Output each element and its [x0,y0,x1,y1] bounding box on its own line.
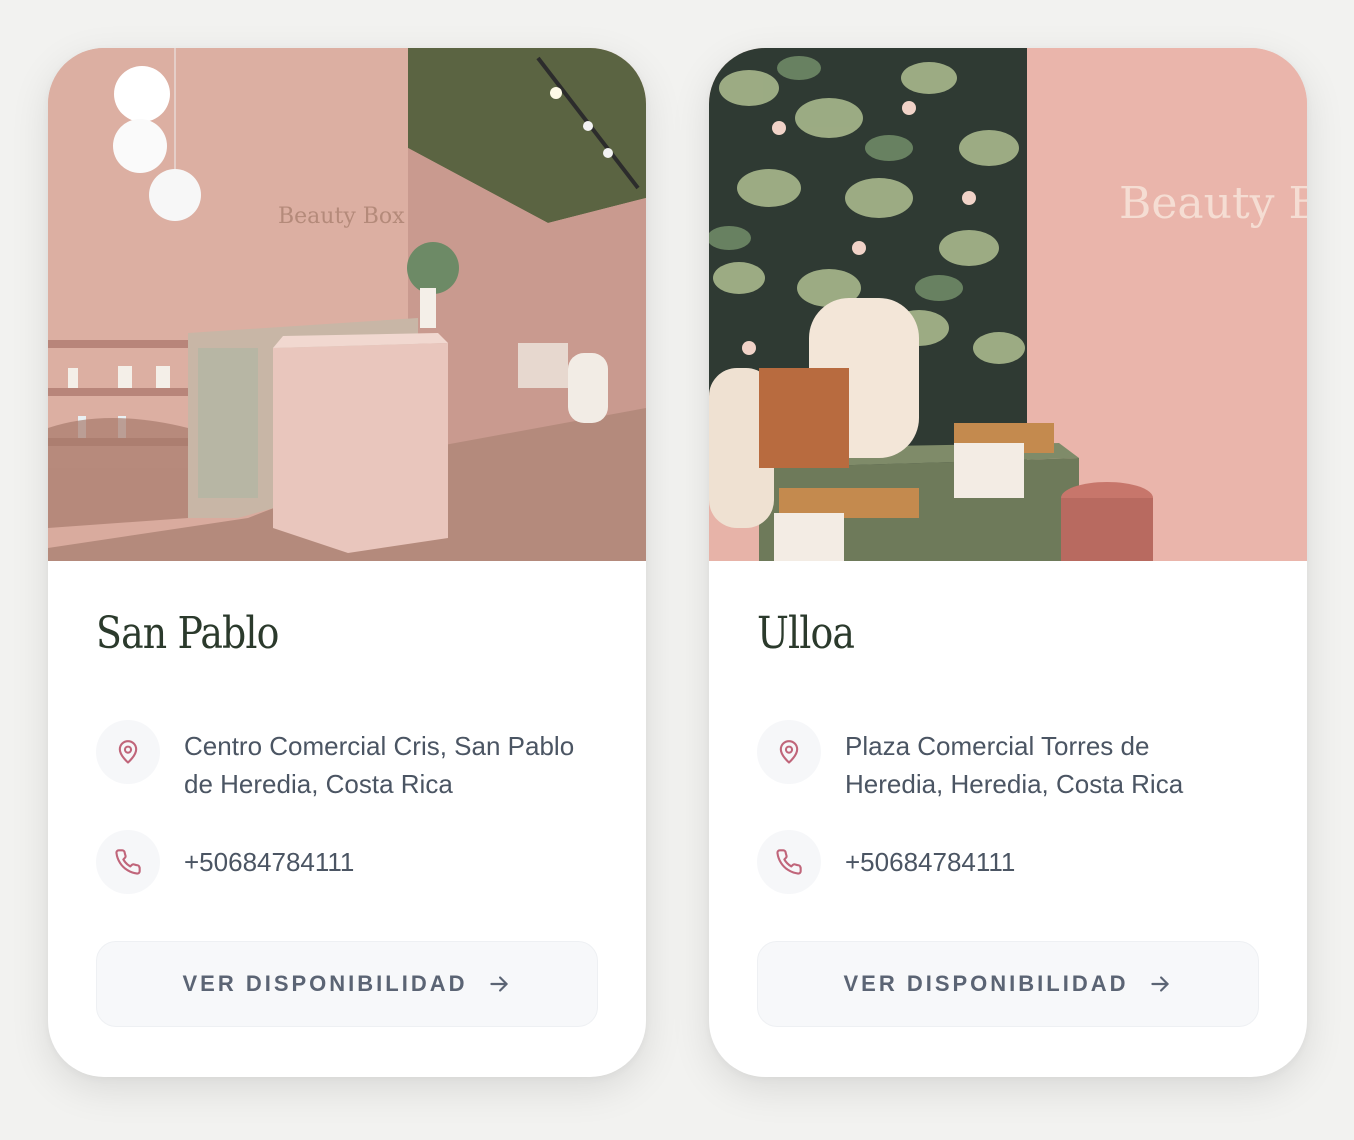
address-icon-badge [96,720,160,784]
phone-icon [115,849,141,875]
address-icon-badge [757,720,821,784]
arrow-right-icon [489,976,508,992]
location-phone[interactable]: +50684784111 [184,844,354,880]
location-card-san-pablo: Beauty Box San Pablo Centro Comercial Cr… [48,48,646,1077]
ver-disponibilidad-button[interactable]: VER DISPONIBILIDAD [96,941,598,1027]
salon-photo-logo: Beauty Box [1119,178,1307,229]
location-name: Ulloa [757,608,855,659]
map-pin-icon [779,740,799,764]
salon-photo-logo: Beauty Box [278,204,405,229]
salon-photo-san-pablo: Beauty Box [48,48,646,561]
location-address: Plaza Comercial Torres de Heredia, Hered… [845,731,1184,799]
phone-icon [776,849,802,875]
button-label: VER DISPONIBILIDAD [182,971,468,996]
location-phone[interactable]: +50684784111 [845,844,1015,880]
location-card-ulloa: Beauty Box Ulloa Plaza Comercial Torres … [709,48,1307,1077]
location-address: Centro Comercial Cris, San Pablo de Here… [184,731,575,799]
location-name: San Pablo [96,608,279,659]
arrow-right-icon [1150,976,1169,992]
phone-icon-badge [96,830,160,894]
button-label: VER DISPONIBILIDAD [843,971,1129,996]
map-pin-icon [118,740,138,764]
phone-icon-badge [757,830,821,894]
ver-disponibilidad-button[interactable]: VER DISPONIBILIDAD [757,941,1259,1027]
salon-photo-ulloa: Beauty Box [709,48,1307,561]
